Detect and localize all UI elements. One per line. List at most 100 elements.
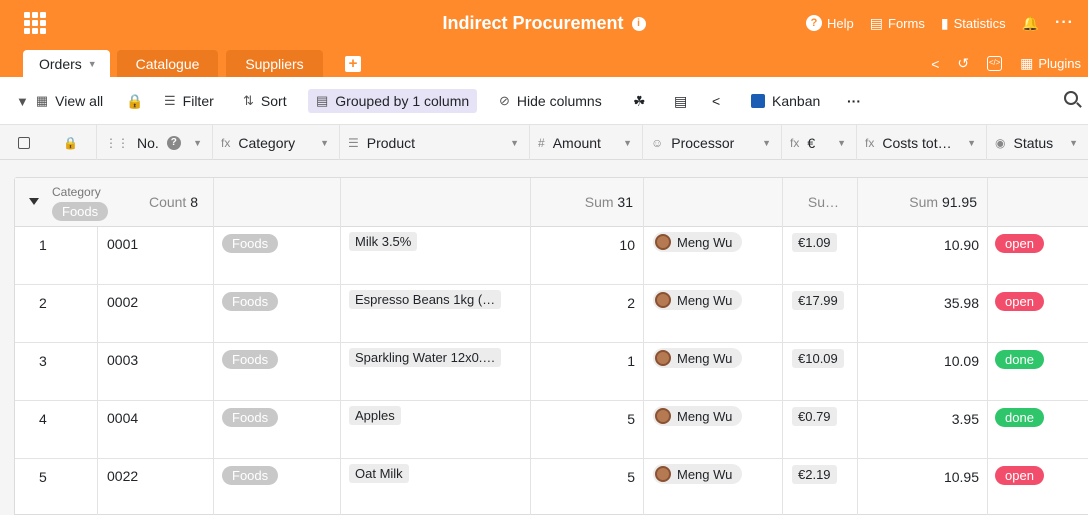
cell-status[interactable]: open: [988, 227, 1088, 285]
cell-processor[interactable]: Meng Wu: [644, 285, 783, 343]
cell-price[interactable]: €17.99: [783, 285, 858, 343]
cell-costs-total[interactable]: 10.90: [858, 227, 988, 285]
cell-amount[interactable]: 10: [531, 227, 644, 285]
column-category[interactable]: fx Category ▼: [213, 125, 340, 160]
cell-processor[interactable]: Meng Wu: [644, 401, 783, 459]
group-button[interactable]: ▤ Grouped by 1 column: [308, 89, 478, 113]
plugins-button[interactable]: ▦ Plugins: [1020, 55, 1081, 72]
cell-category[interactable]: Foods: [214, 459, 341, 515]
select-all-checkbox[interactable]: [0, 125, 46, 160]
cell-price[interactable]: €10.09: [783, 343, 858, 401]
cell-category[interactable]: Foods: [214, 343, 341, 401]
cell-product[interactable]: Sparkling Water 12x0.…: [341, 343, 531, 401]
cell-processor[interactable]: Meng Wu: [644, 227, 783, 285]
cell-amount[interactable]: 5: [531, 401, 644, 459]
help-icon[interactable]: ?: [166, 135, 181, 150]
cell-product[interactable]: Apples: [341, 401, 531, 459]
chevron-down-icon[interactable]: ▼: [510, 138, 519, 148]
cell-status[interactable]: done: [988, 343, 1088, 401]
chevron-down-icon[interactable]: ▼: [193, 138, 202, 148]
kanban-icon: [751, 94, 765, 108]
code-icon[interactable]: </>: [987, 56, 1003, 71]
column-processor[interactable]: ☺ Processor ▼: [643, 125, 782, 160]
cell-status[interactable]: open: [988, 285, 1088, 343]
add-table-icon[interactable]: +: [345, 56, 361, 72]
bell-icon[interactable]: 🔔: [1022, 15, 1039, 32]
share-icon[interactable]: <: [931, 56, 939, 72]
help-button[interactable]: ? Help: [806, 15, 854, 31]
info-icon[interactable]: i: [631, 16, 646, 31]
collaborator-icon: ☺: [651, 135, 664, 150]
collapse-triangle-icon[interactable]: [29, 198, 39, 205]
view-selector[interactable]: ▼ ▦ View all: [16, 89, 103, 113]
cell-processor[interactable]: Meng Wu: [644, 459, 783, 515]
cell-price[interactable]: €0.79: [783, 401, 858, 459]
forms-button[interactable]: ▤ Forms: [870, 15, 925, 32]
group-value-chip: Foods: [52, 202, 109, 221]
cell-product[interactable]: Espresso Beans 1kg (…: [341, 285, 531, 343]
eye-off-icon: ⊘: [499, 93, 510, 108]
sort-button[interactable]: ⇅ Sort: [243, 89, 287, 113]
row-color-icon[interactable]: ☘: [633, 89, 646, 113]
cell-product[interactable]: Oat Milk: [341, 459, 531, 515]
cell-no[interactable]: 0004: [98, 401, 214, 459]
history-icon[interactable]: ↺: [957, 55, 969, 72]
column-no[interactable]: ⋮⋮ No. ? ▼: [97, 125, 213, 160]
table-row[interactable]: 4 0004 Foods Apples 5 Meng Wu €0.79 3.95…: [15, 401, 1088, 459]
column-price[interactable]: fx € ▼: [782, 125, 857, 160]
cell-amount[interactable]: 2: [531, 285, 644, 343]
group-count: Count 8: [148, 194, 198, 210]
cell-status[interactable]: open: [988, 459, 1088, 515]
header-actions: ? Help ▤ Forms ▮ Statistics 🔔 ···: [806, 14, 1074, 32]
cell-category[interactable]: Foods: [214, 285, 341, 343]
cell-product[interactable]: Milk 3.5%: [341, 227, 531, 285]
cell-costs-total[interactable]: 35.98: [858, 285, 988, 343]
filter-button[interactable]: ☰ Filter: [164, 89, 214, 113]
more-options-icon[interactable]: ···: [847, 89, 861, 113]
tab-catalogue[interactable]: Catalogue: [117, 50, 218, 77]
search-icon[interactable]: [1064, 91, 1078, 105]
share-view-icon[interactable]: <: [712, 89, 720, 113]
table-row[interactable]: 1 0001 Foods Milk 3.5% 10 Meng Wu €1.09 …: [15, 227, 1088, 285]
formula-icon: fx: [865, 135, 875, 150]
hide-columns-button[interactable]: ⊘ Hide columns: [499, 89, 602, 113]
cell-costs-total[interactable]: 10.09: [858, 343, 988, 401]
column-costs-total[interactable]: fx Costs tot… ▼: [857, 125, 987, 160]
tab-orders[interactable]: Orders ▼: [23, 50, 110, 77]
chevron-down-icon[interactable]: ▼: [967, 138, 976, 148]
cell-no[interactable]: 0022: [98, 459, 214, 515]
row-lock-icon[interactable]: 🔒: [46, 125, 97, 160]
cell-category[interactable]: Foods: [214, 401, 341, 459]
cell-category[interactable]: Foods: [214, 227, 341, 285]
tab-suppliers[interactable]: Suppliers: [226, 50, 323, 77]
row-height-icon[interactable]: ▤: [674, 89, 687, 113]
cell-amount[interactable]: 5: [531, 459, 644, 515]
apps-grid-icon[interactable]: [24, 12, 46, 34]
grid-icon: ▦: [35, 93, 49, 108]
cell-costs-total[interactable]: 3.95: [858, 401, 988, 459]
cell-costs-total[interactable]: 10.95: [858, 459, 988, 515]
column-status[interactable]: ◉ Status ▼: [987, 125, 1088, 160]
table-row[interactable]: 3 0003 Foods Sparkling Water 12x0.… 1 Me…: [15, 343, 1088, 401]
cell-price[interactable]: €2.19: [783, 459, 858, 515]
cell-amount[interactable]: 1: [531, 343, 644, 401]
chevron-down-icon[interactable]: ▼: [837, 138, 846, 148]
table-row[interactable]: 2 0002 Foods Espresso Beans 1kg (… 2 Men…: [15, 285, 1088, 343]
column-amount[interactable]: # Amount ▼: [530, 125, 643, 160]
chevron-down-icon[interactable]: ▼: [1069, 138, 1078, 148]
cell-no[interactable]: 0001: [98, 227, 214, 285]
cell-processor[interactable]: Meng Wu: [644, 343, 783, 401]
cell-status[interactable]: done: [988, 401, 1088, 459]
chevron-down-icon[interactable]: ▼: [320, 138, 329, 148]
cell-price[interactable]: €1.09: [783, 227, 858, 285]
cell-no[interactable]: 0002: [98, 285, 214, 343]
kanban-button[interactable]: Kanban: [751, 89, 820, 113]
chevron-down-icon[interactable]: ▼: [623, 138, 632, 148]
statistics-button[interactable]: ▮ Statistics: [941, 15, 1006, 32]
cell-no[interactable]: 0003: [98, 343, 214, 401]
lock-icon[interactable]: 🔒: [126, 89, 143, 113]
column-product[interactable]: ☰ Product ▼: [340, 125, 530, 160]
chevron-down-icon[interactable]: ▼: [762, 138, 771, 148]
more-icon[interactable]: ···: [1055, 14, 1074, 32]
table-row[interactable]: 5 0022 Foods Oat Milk 5 Meng Wu €2.19 10…: [15, 459, 1088, 515]
